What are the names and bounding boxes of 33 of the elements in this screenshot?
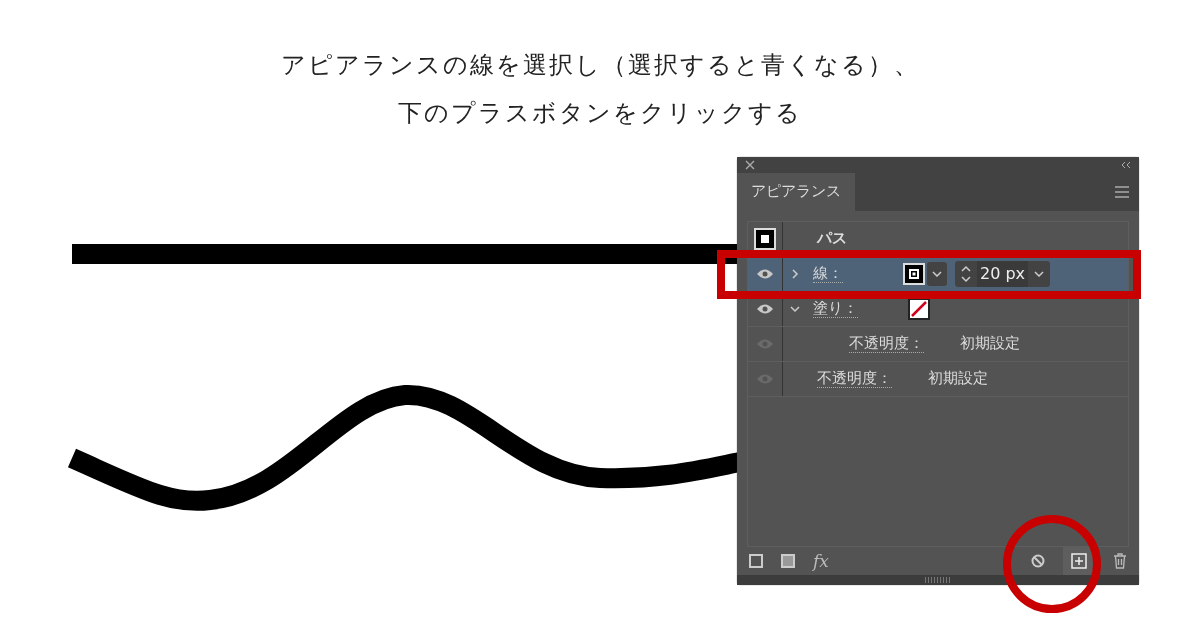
resize-grip-icon[interactable]: [925, 577, 951, 584]
stepper-icon[interactable]: [961, 264, 971, 283]
stroke-label[interactable]: 線：: [813, 264, 843, 284]
collapse-icon[interactable]: [1121, 161, 1131, 168]
chevron-down-icon[interactable]: [790, 303, 800, 314]
opacity-value: 初期設定: [960, 334, 1020, 354]
stroke-weight-field[interactable]: 20 px: [977, 260, 1029, 287]
effects-button[interactable]: fx: [813, 551, 829, 572]
chevron-down-icon: [932, 270, 942, 277]
panel-tab[interactable]: アピアランス: [737, 172, 855, 211]
object-thumbnail-icon: [754, 227, 776, 250]
object-label: パス: [817, 229, 847, 249]
plus-square-icon: [1071, 553, 1087, 570]
chevron-down-icon: [1034, 270, 1045, 277]
trash-icon[interactable]: [1113, 553, 1127, 570]
add-new-button[interactable]: [1063, 547, 1095, 576]
instruction-text: 下のプラスボタンをクリックする: [398, 98, 802, 129]
prohibit-icon[interactable]: [1031, 554, 1045, 569]
chevron-right-icon[interactable]: [790, 268, 800, 279]
square-outline-icon[interactable]: [749, 554, 763, 569]
selected-row[interactable]: 線： 20 px: [748, 256, 1128, 292]
eye-icon[interactable]: [756, 302, 774, 315]
eye-icon[interactable]: [756, 267, 774, 280]
no-fill-swatch-icon[interactable]: [908, 297, 930, 320]
stroke-swatch[interactable]: [903, 262, 925, 285]
opacity-label[interactable]: 不透明度：: [849, 334, 924, 354]
filled-square-icon[interactable]: [781, 554, 795, 569]
instruction-text: アピアランスの線を選択し（選択すると青くなる）、: [280, 50, 920, 81]
fill-label[interactable]: 塗り：: [813, 299, 858, 319]
close-icon[interactable]: [745, 159, 755, 170]
menu-icon[interactable]: [1115, 185, 1129, 198]
opacity-label[interactable]: 不透明度：: [817, 369, 892, 389]
opacity-value: 初期設定: [928, 369, 988, 389]
